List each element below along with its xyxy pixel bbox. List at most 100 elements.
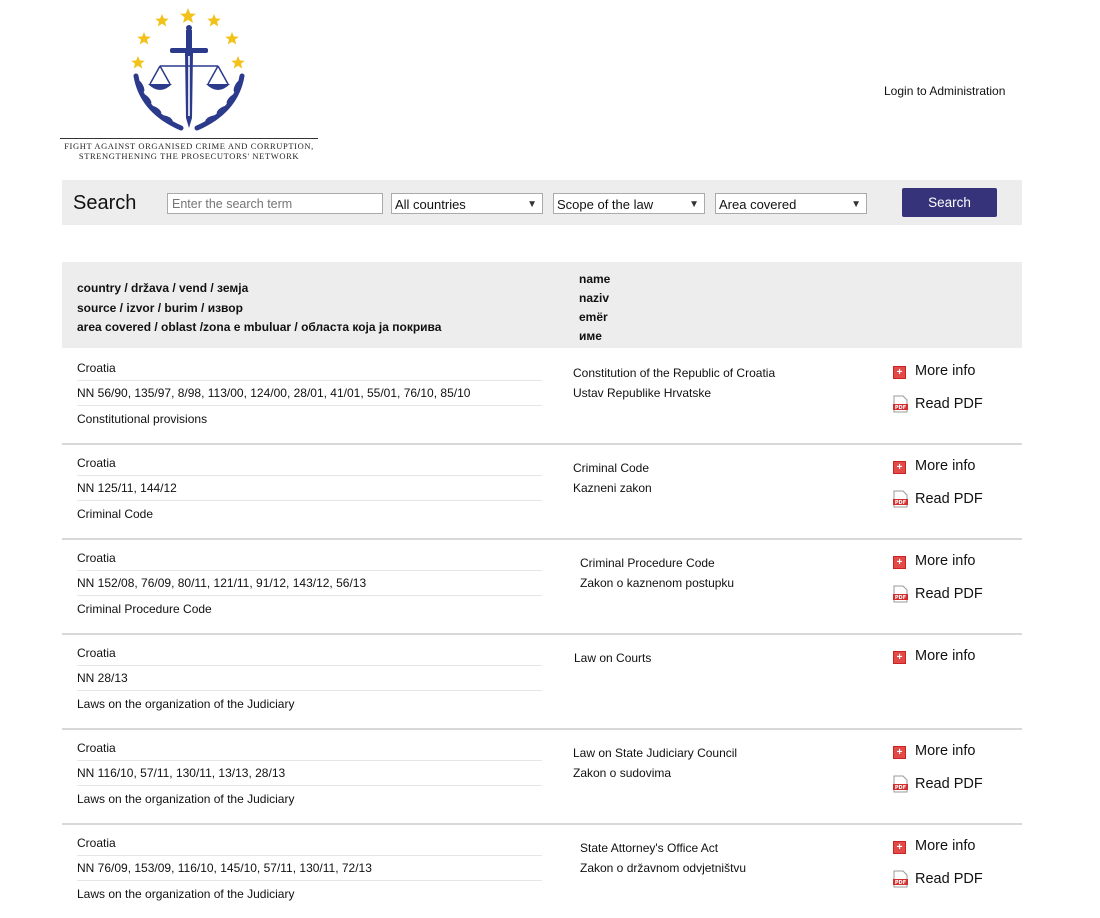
svg-text:PDF: PDF: [895, 405, 906, 411]
table-row: Croatia NN 76/09, 153/09, 116/10, 145/10…: [62, 825, 1022, 918]
row-country: Croatia: [77, 451, 542, 476]
area-select[interactable]: Area covered ▼: [715, 193, 867, 214]
more-info-label: More info: [915, 648, 976, 664]
row-name-cell: Criminal Procedure Code Zakon o kaznenom…: [580, 553, 734, 593]
read-pdf-label: Read PDF: [915, 871, 983, 887]
logo-caption-line1: Fight Against Organised Crime and Corrup…: [64, 141, 314, 151]
row-left-cell: Croatia NN 28/13 Laws on the organizatio…: [77, 641, 542, 715]
row-name-en: Law on State Judiciary Council: [573, 746, 738, 760]
pdf-icon: PDF: [893, 585, 908, 603]
search-button[interactable]: Search: [902, 188, 997, 217]
row-source: NN 152/08, 76/09, 80/11, 121/11, 91/12, …: [77, 571, 542, 596]
search-input[interactable]: [167, 193, 383, 214]
row-name-cell: Constitution of the Republic of Croatia …: [573, 363, 775, 403]
read-pdf-label: Read PDF: [915, 396, 983, 412]
area-select-value: Area covered: [719, 197, 797, 212]
row-country: Croatia: [77, 546, 542, 571]
scope-select[interactable]: Scope of the law ▼: [553, 193, 705, 214]
header-right-column: name naziv emër име: [579, 270, 610, 346]
more-info-label: More info: [915, 743, 976, 759]
row-area: Criminal Procedure Code: [77, 602, 212, 616]
svg-text:PDF: PDF: [895, 500, 906, 506]
chevron-down-icon: ▼: [689, 199, 699, 210]
header-name-hr: naziv: [579, 291, 610, 305]
row-name-en: State Attorney's Office Act: [580, 841, 719, 855]
row-source: NN 125/11, 144/12: [77, 476, 542, 501]
svg-text:PDF: PDF: [895, 880, 906, 886]
login-to-administration-link[interactable]: Login to Administration: [884, 84, 1005, 98]
plus-icon: +: [893, 651, 906, 664]
row-source: NN 28/13: [77, 666, 542, 691]
header-name-en: name: [579, 272, 611, 286]
header-left-column: country / država / vend / земја source /…: [77, 279, 441, 338]
site-logo[interactable]: Fight Against Organised Crime and Corrup…: [60, 6, 318, 162]
row-name-local: Zakon o sudovima: [573, 766, 672, 780]
chevron-down-icon: ▼: [851, 199, 861, 210]
svg-text:PDF: PDF: [895, 785, 906, 791]
header-source: source / izvor / burim / извор: [77, 300, 243, 315]
table-row: Croatia NN 116/10, 57/11, 130/11, 13/13,…: [62, 730, 1022, 825]
row-source: NN 56/90, 135/97, 8/98, 113/00, 124/00, …: [77, 381, 542, 406]
row-country: Croatia: [77, 736, 542, 761]
more-info-label: More info: [915, 363, 976, 379]
countries-select-value: All countries: [395, 197, 466, 212]
row-name-local: Zakon o državnom odvjetništvu: [580, 861, 747, 875]
header-area: area covered / oblast /zona e mbuluar / …: [77, 320, 442, 334]
countries-select[interactable]: All countries ▼: [391, 193, 543, 214]
row-source: NN 76/09, 153/09, 116/10, 145/10, 57/11,…: [77, 856, 542, 881]
table-row: Croatia NN 125/11, 144/12 Criminal Code …: [62, 445, 1022, 540]
row-left-cell: Croatia NN 76/09, 153/09, 116/10, 145/10…: [77, 831, 542, 905]
search-bar: Search All countries ▼ Scope of the law …: [62, 180, 1022, 225]
header-country: country / država / vend / земја: [77, 281, 249, 295]
row-left-cell: Croatia NN 116/10, 57/11, 130/11, 13/13,…: [77, 736, 542, 810]
read-pdf-label: Read PDF: [915, 586, 983, 602]
row-name-en: Criminal Procedure Code: [580, 556, 715, 570]
read-pdf-label: Read PDF: [915, 776, 983, 792]
read-pdf-label: Read PDF: [915, 491, 983, 507]
header-name-sq: emër: [579, 310, 608, 324]
row-area: Laws on the organization of the Judiciar…: [77, 697, 295, 711]
row-country: Croatia: [77, 831, 542, 856]
more-info-label: More info: [915, 838, 976, 854]
row-area: Laws on the organization of the Judiciar…: [77, 792, 295, 806]
plus-icon: +: [893, 556, 906, 569]
table-row: Croatia NN 152/08, 76/09, 80/11, 121/11,…: [62, 540, 1022, 635]
row-name-cell: Law on Courts: [574, 648, 651, 668]
svg-text:PDF: PDF: [895, 595, 906, 601]
row-name-local: Zakon o kaznenom postupku: [580, 576, 735, 590]
row-name-en: Law on Courts: [574, 651, 652, 665]
row-country: Croatia: [77, 356, 542, 381]
scales-of-justice-logo-icon: [131, 8, 245, 131]
row-source: NN 116/10, 57/11, 130/11, 13/13, 28/13: [77, 761, 542, 786]
plus-icon: +: [893, 841, 906, 854]
row-name-local: Ustav Republike Hrvatske: [573, 386, 712, 400]
plus-icon: +: [893, 461, 906, 474]
logo-caption: Fight Against Organised Crime and Corrup…: [60, 138, 318, 161]
plus-icon: +: [893, 746, 906, 759]
table-row: Croatia NN 28/13 Laws on the organizatio…: [62, 635, 1022, 730]
search-title: Search: [73, 192, 137, 214]
results-table-header: country / država / vend / земја source /…: [62, 262, 1022, 348]
pdf-icon: PDF: [893, 490, 908, 508]
more-info-label: More info: [915, 458, 976, 474]
more-info-label: More info: [915, 553, 976, 569]
row-name-local: Kazneni zakon: [573, 481, 652, 495]
row-name-cell: Law on State Judiciary Council Zakon o s…: [573, 743, 737, 783]
table-row: Croatia NN 56/90, 135/97, 8/98, 113/00, …: [62, 350, 1022, 445]
row-left-cell: Croatia NN 152/08, 76/09, 80/11, 121/11,…: [77, 546, 542, 620]
scope-select-value: Scope of the law: [557, 197, 654, 212]
row-name-cell: State Attorney's Office Act Zakon o drža…: [580, 838, 746, 878]
row-name-en: Criminal Code: [573, 461, 650, 475]
header-name-mk: име: [579, 329, 602, 343]
plus-icon: +: [893, 366, 906, 379]
row-left-cell: Croatia NN 125/11, 144/12 Criminal Code: [77, 451, 542, 525]
row-name-en: Constitution of the Republic of Croatia: [573, 366, 776, 380]
chevron-down-icon: ▼: [527, 199, 537, 210]
pdf-icon: PDF: [893, 395, 908, 413]
pdf-icon: PDF: [893, 775, 908, 793]
row-country: Croatia: [77, 641, 542, 666]
row-name-cell: Criminal Code Kazneni zakon: [573, 458, 652, 498]
row-area: Criminal Code: [77, 507, 154, 521]
row-area: Constitutional provisions: [77, 412, 208, 426]
row-area: Laws on the organization of the Judiciar…: [77, 887, 295, 901]
